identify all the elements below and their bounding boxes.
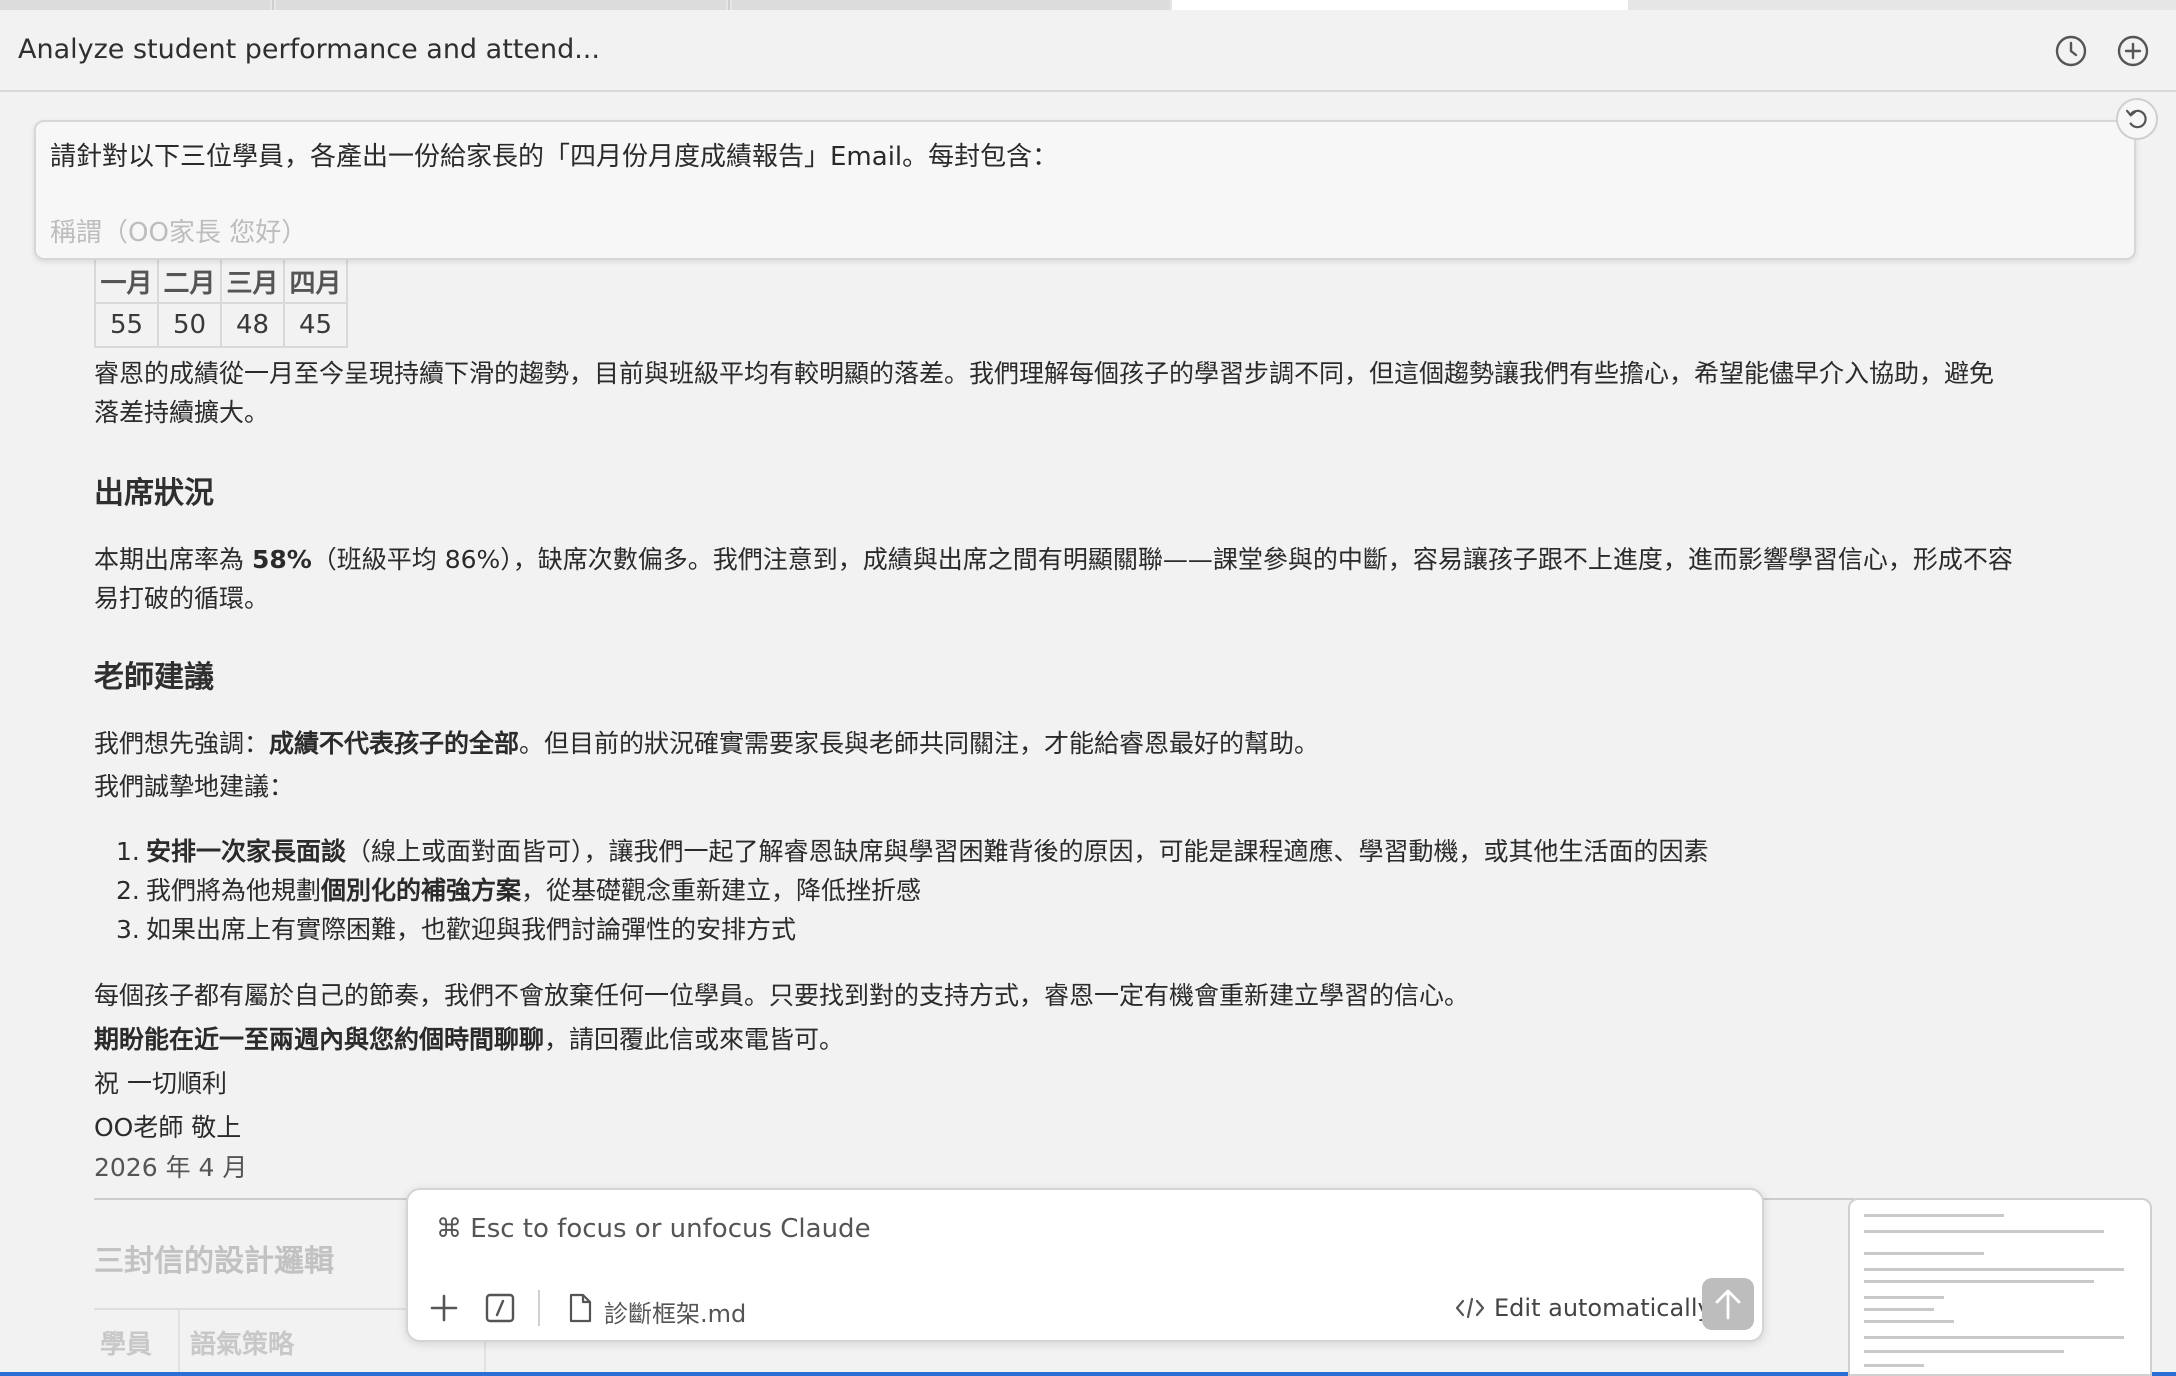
plus-icon[interactable]	[428, 1292, 460, 1324]
tab[interactable]	[732, 0, 1170, 10]
undo-button[interactable]	[2116, 98, 2158, 140]
month-header: 一月	[94, 258, 159, 304]
score-cell: 50	[157, 302, 222, 348]
text: ，請回覆此信或來電皆可。	[544, 1025, 845, 1054]
text: （班級平均 86%），缺席次數偏多。我們注意到，成績與出席之間有明顯關聯——課堂…	[311, 545, 2013, 574]
table-divider	[178, 1310, 180, 1376]
undo-icon	[2125, 109, 2147, 129]
text-line: 本期出席率為 58%（班級平均 86%），缺席次數偏多。我們注意到，成績與出席之…	[94, 540, 2134, 579]
thumb-line	[1864, 1350, 2064, 1353]
text: （線上或面對面皆可），讓我們一起了解睿恩缺席與學習困難背後的原因，可能是課程適應…	[346, 837, 1709, 866]
attendance-rate: 58%	[251, 545, 312, 574]
slash-command-icon[interactable]	[484, 1292, 516, 1324]
next-section-heading: 三封信的設計邏輯	[94, 1244, 334, 1279]
thumb-line	[1864, 1364, 1924, 1367]
attendance-heading: 出席狀況	[94, 476, 214, 511]
attached-file[interactable]: 診斷框架.md	[604, 1294, 746, 1329]
text-line: 睿恩的成績從一月至今呈現持續下滑的趨勢，目前與班級平均有較明顯的落差。我們理解每…	[94, 359, 1995, 388]
text-line: 易打破的循環。	[94, 584, 270, 613]
thumb-line	[1864, 1230, 2104, 1233]
thumb-line	[1864, 1252, 1984, 1255]
thumb-line	[1864, 1336, 2124, 1339]
tab[interactable]	[0, 0, 270, 10]
table-header: 學員	[100, 1330, 153, 1360]
code-icon	[1455, 1297, 1485, 1319]
score-cell: 48	[220, 302, 285, 348]
edit-mode-toggle[interactable]: Edit automatically	[1494, 1294, 1712, 1322]
user-prompt-box[interactable]: 請針對以下三位學員，各產出一份給家長的「四月份月度成績報告」Email。每封包含…	[34, 120, 2136, 260]
text: 。但目前的狀況確實需要家長與老師共同關注，才能給睿恩最好的幫助。	[519, 729, 1320, 758]
sign-off: 祝 一切順利	[94, 1069, 227, 1098]
trend-paragraph: 睿恩的成績從一月至今呈現持續下滑的趨勢，目前與班級平均有較明顯的落差。我們理解每…	[94, 354, 2134, 432]
text: 我們想先強調：	[94, 729, 270, 758]
text: 我們將為他規劃	[146, 876, 322, 905]
tab-divider	[728, 0, 730, 10]
list-item: 3. 如果出席上有實際困難，也歡迎與我們討論彈性的安排方式	[116, 910, 1709, 949]
closing-request: 期盼能在近一至兩週內與您約個時間聊聊，請回覆此信或來電皆可。	[94, 1020, 2134, 1059]
attendance-paragraph: 本期出席率為 58%（班級平均 86%），缺席次數偏多。我們注意到，成績與出席之…	[94, 540, 2134, 618]
month-header: 二月	[157, 258, 222, 304]
score-cell: 55	[94, 302, 159, 348]
list-number: 1.	[116, 837, 140, 866]
score-cell: 45	[283, 302, 348, 348]
thumb-line	[1864, 1308, 1934, 1311]
tab[interactable]	[276, 0, 726, 10]
advice-heading: 老師建議	[94, 660, 214, 695]
arrow-up-icon	[1715, 1289, 1741, 1320]
text-line: 我們誠摯地建議：	[94, 772, 295, 801]
advice-paragraph: 我們想先強調：成績不代表孩子的全部。但目前的狀況確實需要家長與老師共同關注，才能…	[94, 724, 2134, 806]
list-number: 3.	[116, 915, 140, 944]
text: 本期出席率為	[94, 545, 252, 574]
composer-placeholder[interactable]: ⌘ Esc to focus or unfocus Claude	[436, 1214, 871, 1244]
month-header: 三月	[220, 258, 285, 304]
tab-strip	[0, 0, 2176, 10]
text: ，從基礎觀念重新建立，降低挫折感	[521, 876, 922, 905]
list-item: 2. 我們將為他規劃個別化的補強方案，從基礎觀念重新建立，降低挫折感	[116, 871, 1709, 910]
grades-table: 一月 二月 三月 四月 55 50 48 45	[94, 258, 348, 348]
thumb-line	[1864, 1320, 1954, 1323]
tab-active[interactable]	[1172, 0, 1628, 10]
send-button[interactable]	[1702, 1278, 1754, 1330]
emphasis-text: 期盼能在近一至兩週內與您約個時間聊聊	[94, 1025, 545, 1054]
window-preview-thumbnail[interactable]	[1848, 1198, 2152, 1376]
emphasis-text: 成績不代表孩子的全部	[269, 729, 520, 758]
thumb-line	[1864, 1280, 2094, 1283]
table-header: 語氣策略	[190, 1330, 295, 1360]
message-composer[interactable]: ⌘ Esc to focus or unfocus Claude 診斷框架.md…	[406, 1188, 1764, 1342]
thumb-line	[1864, 1268, 2124, 1271]
month-header: 四月	[283, 258, 348, 304]
signature: OO老師 敬上	[94, 1113, 242, 1142]
tab-divider	[272, 0, 274, 10]
closing-line: 每個孩子都有屬於自己的節奏，我們不會放棄任何一位學員。只要找到對的支持方式，睿恩…	[94, 981, 1470, 1010]
clock-icon[interactable]	[2052, 32, 2090, 70]
conversation-title[interactable]: Analyze student performance and attend..…	[18, 34, 600, 65]
recommendation-list: 1. 安排一次家長面談（線上或面對面皆可），讓我們一起了解睿恩缺席與學習困難背後…	[116, 832, 1709, 949]
plus-circle-icon[interactable]	[2114, 32, 2152, 70]
text-line: 我們想先強調：成績不代表孩子的全部。但目前的狀況確實需要家長與老師共同關注，才能…	[94, 724, 2134, 763]
composer-toolbar: 診斷框架.md Edit automatically	[408, 1286, 1762, 1332]
prompt-line-faded: 稱謂（OO家長 您好）	[50, 218, 308, 248]
text-line: 落差持續擴大。	[94, 398, 270, 427]
thumb-line	[1864, 1296, 1944, 1299]
list-item: 1. 安排一次家長面談（線上或面對面皆可），讓我們一起了解睿恩缺席與學習困難背後…	[116, 832, 1709, 871]
thumb-line	[1864, 1214, 2004, 1217]
emphasis-text: 安排一次家長面談	[146, 837, 347, 866]
emphasis-text: 個別化的補強方案	[321, 876, 522, 905]
toolbar-divider	[538, 1290, 540, 1326]
text: 如果出席上有實際困難，也歡迎與我們討論彈性的安排方式	[146, 915, 797, 944]
conversation-header: Analyze student performance and attend..…	[0, 10, 2176, 92]
prompt-line: 請針對以下三位學員，各產出一份給家長的「四月份月度成績報告」Email。每封包含…	[50, 142, 1059, 172]
file-icon	[569, 1293, 592, 1323]
list-number: 2.	[116, 876, 140, 905]
sign-date: 2026 年 4 月	[94, 1153, 248, 1182]
